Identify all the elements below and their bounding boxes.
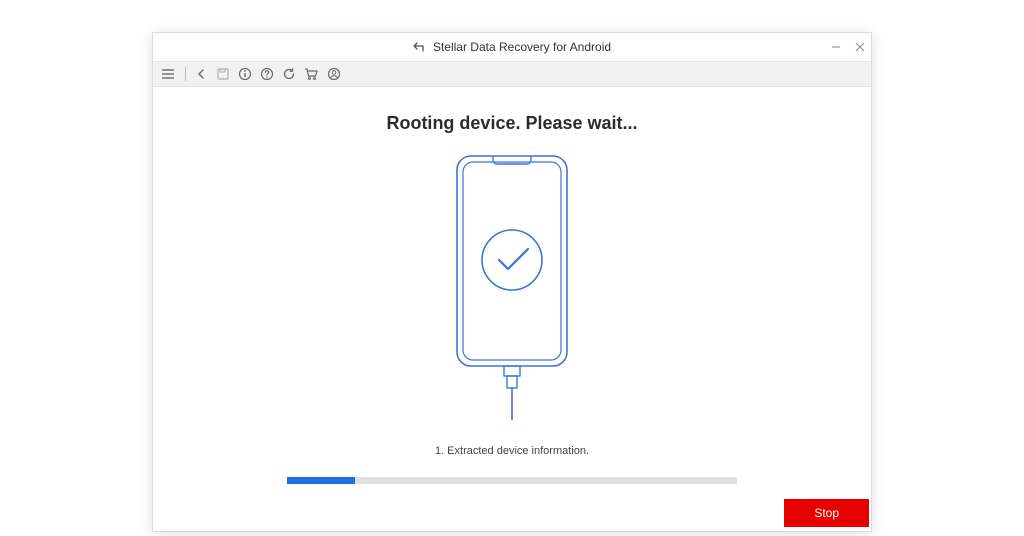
- status-text: 1. Extracted device information.: [435, 445, 589, 457]
- refresh-icon[interactable]: [282, 67, 296, 81]
- window-controls: [831, 33, 865, 61]
- toolbar-separator: [185, 67, 186, 81]
- footer: Stop: [784, 495, 871, 531]
- cart-icon[interactable]: [304, 67, 319, 81]
- heading-text: Rooting device. Please wait...: [386, 113, 637, 134]
- app-window: Stellar Data Recovery for Android: [152, 32, 872, 532]
- minimize-button[interactable]: [831, 41, 841, 54]
- close-button[interactable]: [855, 41, 865, 54]
- menu-icon[interactable]: [161, 68, 175, 80]
- title-wrap: Stellar Data Recovery for Android: [413, 40, 611, 54]
- back-arrow-icon: [413, 42, 427, 52]
- info-icon[interactable]: [238, 67, 252, 81]
- back-icon[interactable]: [196, 68, 208, 80]
- save-icon[interactable]: [216, 67, 230, 81]
- stop-button[interactable]: Stop: [784, 499, 869, 527]
- toolbar: [153, 61, 871, 87]
- user-icon[interactable]: [327, 67, 341, 81]
- phone-illustration: [437, 152, 587, 427]
- titlebar: Stellar Data Recovery for Android: [153, 33, 871, 61]
- window-title: Stellar Data Recovery for Android: [433, 40, 611, 54]
- help-icon[interactable]: [260, 67, 274, 81]
- progress-fill: [287, 477, 355, 484]
- content-area: Rooting device. Please wait... 1. Extrac…: [153, 87, 871, 531]
- progress-bar: [287, 477, 737, 484]
